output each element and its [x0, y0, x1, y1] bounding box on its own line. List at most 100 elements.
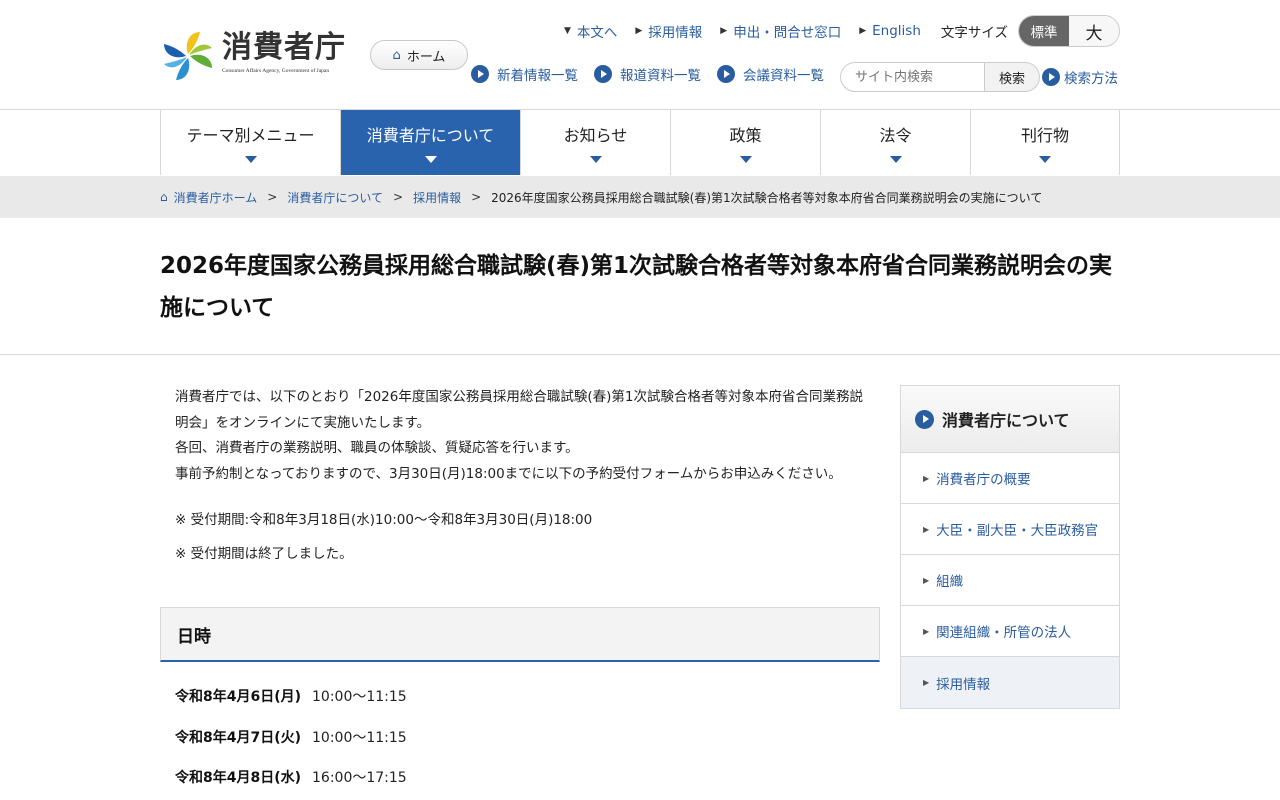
contact-label: 申出・問合せ窓口	[733, 25, 842, 41]
sidebar-item-overview[interactable]: ▶ 消費者庁の概要	[901, 453, 1119, 504]
new-info-link[interactable]: 新着情報一覧	[471, 64, 578, 84]
schedule-row: 令和8年4月8日(水) 16:00～17:15	[175, 767, 880, 800]
chevron-down-icon	[589, 156, 602, 163]
search-button[interactable]: 検索	[984, 62, 1040, 92]
breadcrumb-home[interactable]: 消費者庁ホーム	[174, 189, 258, 206]
intro-line-2: 各回、消費者庁の業務説明、職員の体験談、質疑応答を行います。	[175, 440, 579, 456]
caret-right-icon: ▶	[720, 26, 728, 36]
local-nav-sidebar: 消費者庁について ▶ 消費者庁の概要 ▶ 大臣・副大臣・大臣政務官 ▶ 組織 ▶ 関連組…	[900, 385, 1120, 709]
schedule-date: 令和8年4月8日(水)	[175, 770, 302, 786]
intro-text: 消費者庁では、以下のとおり「2026年度国家公務員採用総合職試験(春)第1次試験…	[160, 385, 880, 487]
search-input[interactable]	[840, 62, 984, 92]
breadcrumb-current: 2026年度国家公務員採用総合職試験(春)第1次試験合格者等対象本府省合同業務説…	[491, 190, 1043, 205]
sidebar-item-label: 大臣・副大臣・大臣政務官	[936, 523, 1099, 539]
site-logo[interactable]: 消費者庁 Consumer Affairs Agency, Government…	[160, 30, 350, 82]
logo-subtitle: Consumer Affairs Agency, Government of J…	[222, 68, 330, 74]
schedule-date: 令和8年4月6日(月)	[175, 689, 302, 705]
logo-title: 消費者庁	[222, 30, 346, 65]
sidebar-item-related-orgs[interactable]: ▶ 関連組織・所管の法人	[901, 606, 1119, 657]
home-button[interactable]: ⌂ ホーム	[370, 40, 468, 70]
arrow-circle-icon	[471, 65, 489, 83]
caret-right-icon: ▶	[923, 626, 930, 636]
intro-line-3: 事前予約制となっておりますので、3月30日(月)18:00までに以下の予約受付フ…	[175, 465, 842, 482]
schedule-row: 令和8年4月6日(月) 10:00～11:15	[175, 686, 880, 727]
english-link[interactable]: ▶ English	[859, 23, 921, 39]
caret-right-icon: ▶	[923, 524, 930, 534]
sidebar-item-label: 関連組織・所管の法人	[936, 625, 1072, 641]
menu-about-label: 消費者庁について	[366, 126, 495, 145]
arrow-circle-icon	[915, 409, 934, 429]
schedule-time: 16:00～17:15	[312, 770, 407, 786]
reception-period-note: ※ 受付期間:令和8年3月18日(水)10:00～令和8年3月30日(月)18:…	[175, 512, 593, 528]
global-nav: テーマ別メニュー 消費者庁について お知らせ 政策 法令 刊行物	[160, 110, 1120, 175]
site-header: 消費者庁 Consumer Affairs Agency, Government…	[0, 0, 1280, 110]
schedule-time: 10:00～11:15	[312, 729, 407, 746]
intro-line-1: 消費者庁では、以下のとおり「2026年度国家公務員採用総合職試験(春)第1次試験…	[175, 389, 863, 431]
menu-publications-label: 刊行物	[1020, 126, 1069, 145]
menu-theme-label: テーマ別メニュー	[186, 126, 315, 145]
sidebar-item-organization[interactable]: ▶ 組織	[901, 555, 1119, 606]
sidebar-item-label: 採用情報	[936, 676, 991, 693]
press-release-link[interactable]: 報道資料一覧	[594, 64, 701, 84]
chevron-down-icon	[244, 156, 257, 163]
schedule-date: 令和8年4月7日(火)	[175, 729, 302, 746]
logo-pinwheel-icon	[164, 32, 212, 80]
contact-link[interactable]: ▶ 申出・問合せ窓口	[720, 21, 841, 41]
breadcrumb: ⌂ 消費者庁ホーム > 消費者庁について > 採用情報 > 2026年度国家公務…	[0, 176, 1280, 218]
logo-text-block: 消費者庁 Consumer Affairs Agency, Government…	[222, 30, 346, 74]
recruitment-link[interactable]: ▶ 採用情報	[635, 21, 702, 41]
breadcrumb-about[interactable]: 消費者庁について	[287, 189, 383, 206]
skip-to-content-label: 本文へ	[576, 25, 618, 41]
font-size-toggle: 標準 大	[1018, 15, 1120, 47]
font-size-standard-button[interactable]: 標準	[1019, 16, 1069, 46]
caret-right-icon: ▶	[859, 26, 867, 36]
font-size-label: 文字サイズ	[940, 25, 1008, 41]
chevron-down-icon	[739, 156, 752, 163]
home-icon: ⌂	[160, 190, 168, 204]
menu-news[interactable]: お知らせ	[521, 110, 671, 175]
search-help-label: 検索方法	[1064, 71, 1118, 87]
schedule-row: 令和8年4月7日(火) 10:00～11:15	[175, 727, 880, 768]
search-help-link[interactable]: 検索方法	[1042, 67, 1118, 87]
home-button-label: ホーム	[406, 49, 446, 65]
chevron-down-icon	[424, 156, 437, 163]
sidebar-item-label: 消費者庁の概要	[936, 472, 1031, 488]
caret-down-icon: ▼	[563, 26, 571, 36]
menu-about[interactable]: 消費者庁について	[341, 110, 521, 175]
menu-law[interactable]: 法令	[821, 110, 971, 175]
breadcrumb-separator: >	[471, 190, 482, 204]
home-icon: ⌂	[392, 47, 401, 63]
menu-law-label: 法令	[879, 126, 912, 145]
chevron-down-icon	[1039, 156, 1051, 163]
font-size-large-button[interactable]: 大	[1069, 16, 1119, 46]
caret-right-icon: ▶	[923, 575, 930, 585]
title-divider	[0, 354, 1280, 355]
breadcrumb-recruitment[interactable]: 採用情報	[413, 189, 461, 206]
chevron-down-icon	[889, 156, 902, 163]
reception-closed-note: ※ 受付期間は終了しました。	[175, 546, 353, 562]
schedule-list: 令和8年4月6日(月) 10:00～11:15 令和8年4月7日(火) 10:0…	[160, 686, 880, 800]
caret-right-icon: ▶	[635, 26, 643, 36]
arrow-circle-icon	[594, 65, 612, 83]
secondary-nav: 新着情報一覧 報道資料一覧 会議資料一覧	[471, 64, 840, 84]
sidebar-item-ministers[interactable]: ▶ 大臣・副大臣・大臣政務官	[901, 504, 1119, 555]
site-search: 検索	[840, 62, 1040, 92]
arrow-circle-icon	[717, 65, 735, 83]
sidebar-item-recruitment[interactable]: ▶ 採用情報	[901, 657, 1119, 708]
menu-theme[interactable]: テーマ別メニュー	[161, 110, 341, 175]
menu-news-label: お知らせ	[563, 126, 628, 145]
meeting-docs-link[interactable]: 会議資料一覧	[717, 64, 824, 84]
main-content: 消費者庁では、以下のとおり「2026年度国家公務員採用総合職試験(春)第1次試験…	[160, 385, 880, 800]
menu-publications[interactable]: 刊行物	[971, 110, 1120, 175]
menu-policy[interactable]: 政策	[671, 110, 821, 175]
sidebar-heading: 消費者庁について	[901, 386, 1119, 453]
breadcrumb-separator: >	[393, 190, 404, 204]
meeting-docs-label: 会議資料一覧	[743, 68, 824, 84]
press-release-label: 報道資料一覧	[620, 68, 701, 84]
breadcrumb-separator: >	[267, 190, 278, 204]
arrow-circle-icon	[1042, 68, 1060, 86]
sidebar-heading-label: 消費者庁について	[942, 411, 1070, 430]
skip-to-content-link[interactable]: ▼ 本文へ	[564, 21, 617, 41]
recruitment-label: 採用情報	[648, 25, 703, 41]
page-title: 2026年度国家公務員採用総合職試験(春)第1次試験合格者等対象本府省合同業務説…	[160, 253, 1113, 321]
